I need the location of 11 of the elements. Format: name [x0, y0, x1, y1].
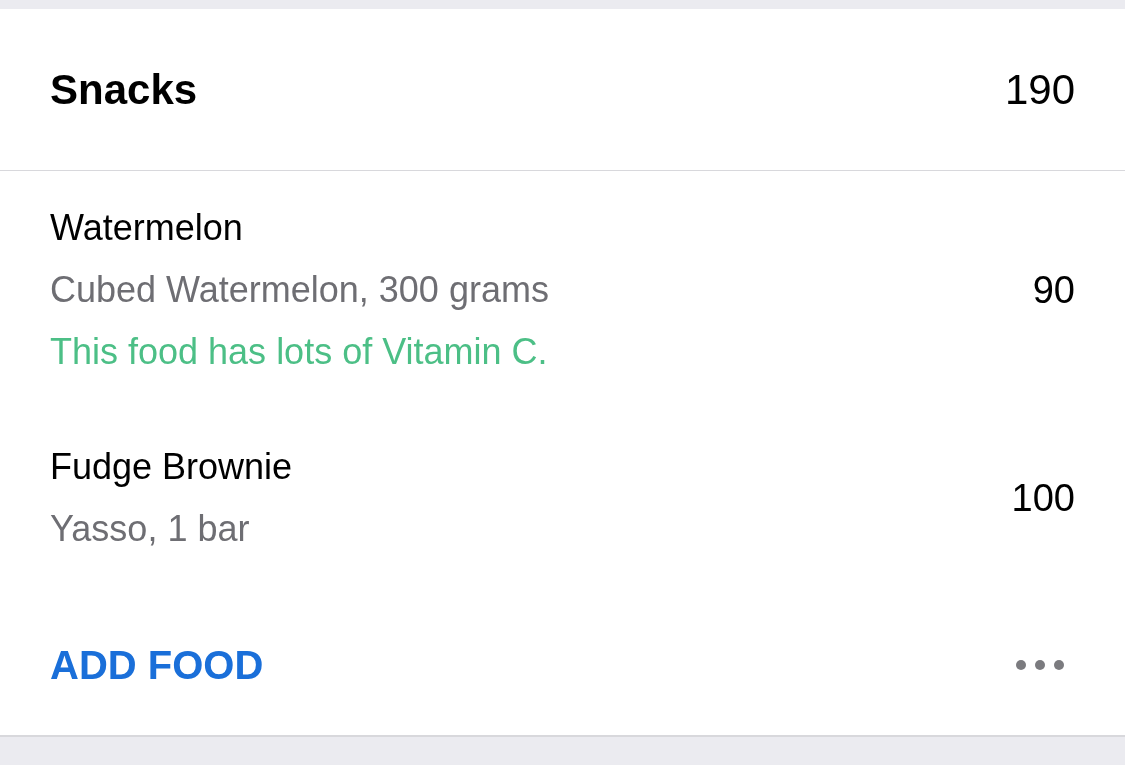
food-detail: Cubed Watermelon, 300 grams: [50, 268, 549, 312]
food-calories: 90: [1032, 268, 1075, 312]
food-detail: Yasso, 1 bar: [50, 507, 251, 551]
food-name[interactable]: Fudge Brownie: [50, 436, 293, 498]
more-icon[interactable]: [1015, 659, 1065, 671]
food-note: This food has lots of Vitamin C.: [50, 330, 549, 374]
meal-calories: 190: [1004, 65, 1075, 114]
add-food-button[interactable]: ADD FOOD: [50, 642, 264, 688]
food-name[interactable]: Watermelon: [50, 197, 549, 259]
food-calories: 100: [1011, 476, 1075, 520]
meal-title: Snacks: [50, 65, 198, 114]
